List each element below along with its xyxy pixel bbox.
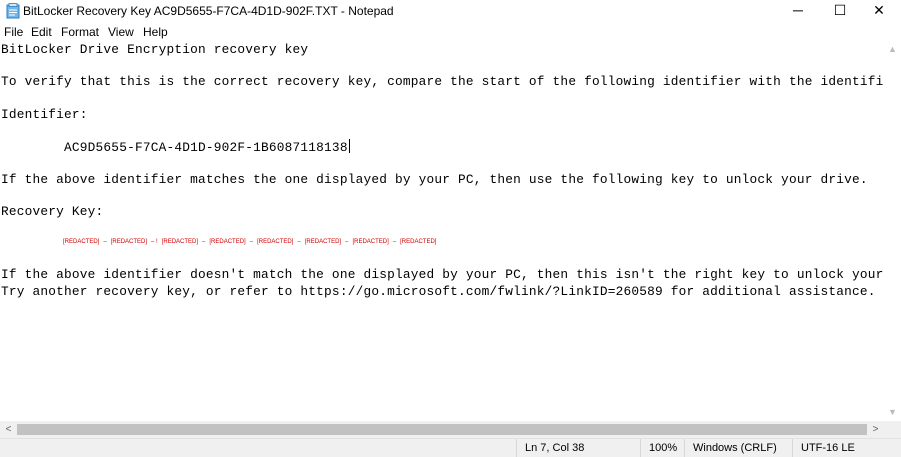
redacted-segment: [REDACTED] — [110, 239, 148, 245]
menu-edit[interactable]: Edit — [31, 25, 52, 39]
vertical-scrollbar[interactable]: ▲ ▼ — [884, 41, 901, 421]
close-button[interactable]: ✕ — [856, 0, 901, 22]
text-line-mismatch: If the above identifier doesn't match th… — [1, 267, 884, 282]
text-caret — [348, 139, 350, 153]
redacted-separator: – — [345, 239, 349, 245]
menu-bar: File Edit Format View Help — [0, 23, 901, 41]
scroll-down-icon[interactable]: ▼ — [884, 404, 901, 421]
recovery-key-redacted: [REDACTED] – [REDACTED] – ! [REDACTED] – [REDA… — [63, 239, 436, 245]
menu-format[interactable]: Format — [61, 25, 99, 39]
redacted-segment: [REDACTED] — [63, 239, 100, 245]
status-encoding: UTF-16 LE — [792, 439, 901, 457]
text-line-try-another: Try another recovery key, or refer to ht… — [1, 284, 876, 299]
scroll-right-icon[interactable]: > — [867, 421, 884, 438]
redacted-segment: [REDACTED] — [304, 239, 342, 245]
redacted-separator: – ! — [151, 239, 158, 245]
text-line-matches: If the above identifier matches the one … — [1, 172, 868, 187]
redacted-segment: [REDACTED] — [257, 239, 294, 245]
horizontal-scrollbar[interactable]: < > — [0, 421, 884, 438]
text-line-verify: To verify that this is the correct recov… — [1, 74, 884, 89]
menu-file[interactable]: File — [4, 25, 23, 39]
status-zoom: 100% — [640, 439, 684, 457]
text-line-identifier-value: AC9D5655-F7CA-4D1D-902F-1B6087118138 — [1, 139, 350, 155]
redacted-separator: – — [249, 239, 254, 245]
scroll-left-icon[interactable]: < — [0, 421, 17, 438]
status-cursor-position: Ln 7, Col 38 — [516, 439, 640, 457]
identifier-value: AC9D5655-F7CA-4D1D-902F-1B6087118138 — [1, 140, 348, 155]
redacted-separator: – — [103, 239, 107, 245]
redacted-separator: – — [202, 239, 206, 245]
text-editor[interactable]: BitLocker Drive Encryption recovery key … — [0, 41, 884, 421]
redacted-segment: [REDACTED] — [352, 239, 389, 245]
status-line-ending: Windows (CRLF) — [684, 439, 792, 457]
notepad-icon — [6, 3, 20, 19]
text-line-recovery-label: Recovery Key: — [1, 204, 104, 219]
menu-view[interactable]: View — [108, 25, 134, 39]
status-bar: Ln 7, Col 38 100% Windows (CRLF) UTF-16 … — [0, 438, 901, 457]
redacted-separator: – — [297, 239, 301, 245]
redacted-segment: [REDACTED] — [161, 239, 199, 245]
redacted-segment: [REDACTED] — [400, 239, 437, 245]
title-bar: BitLocker Recovery Key AC9D5655-F7CA-4D1… — [0, 0, 901, 22]
text-line-identifier-label: Identifier: — [1, 107, 88, 122]
redacted-segment: [REDACTED] — [209, 239, 246, 245]
redacted-separator: – — [392, 239, 397, 245]
menu-help[interactable]: Help — [143, 25, 168, 39]
minimize-button[interactable]: ─ — [775, 0, 821, 22]
text-line-heading: BitLocker Drive Encryption recovery key — [1, 42, 309, 57]
scroll-up-icon[interactable]: ▲ — [884, 41, 901, 58]
horizontal-scroll-thumb[interactable] — [17, 424, 867, 435]
scrollbar-corner — [884, 421, 901, 438]
window-title: BitLocker Recovery Key AC9D5655-F7CA-4D1… — [23, 4, 394, 18]
